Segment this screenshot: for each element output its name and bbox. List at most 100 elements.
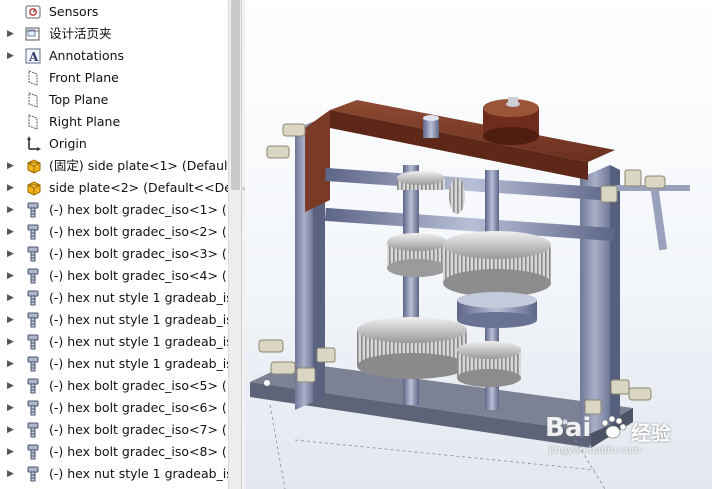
expand-arrow-icon[interactable]: ▶ bbox=[7, 28, 17, 40]
tree-item[interactable]: Right Plane bbox=[0, 111, 228, 133]
tree-item[interactable]: ▶ side plate<2> (Default<<Defa bbox=[0, 177, 228, 199]
tree-item-label: Origin bbox=[49, 136, 87, 151]
tree-item-label: Right Plane bbox=[49, 114, 121, 129]
expand-arrow-icon[interactable]: ▶ bbox=[7, 226, 17, 238]
tree-item[interactable]: Sensors bbox=[0, 1, 228, 23]
gear-small-top[interactable] bbox=[397, 171, 445, 190]
plane-icon bbox=[24, 113, 42, 131]
bolt-icon bbox=[24, 399, 42, 417]
watermark-brand-suffix: 经验 bbox=[631, 421, 671, 445]
tree-item-label: (-) hex bolt gradec_iso<7> (IS( bbox=[49, 422, 228, 437]
origin-icon bbox=[24, 135, 42, 153]
expand-arrow-icon[interactable]: ▶ bbox=[7, 314, 17, 326]
tree-item-label: 设计活页夹 bbox=[49, 26, 112, 41]
tree-item[interactable]: ▶ (-) hex nut style 1 gradeab_iso bbox=[0, 287, 228, 309]
bolt-icon bbox=[24, 267, 42, 285]
watermark-url: jingyan.baidu.com bbox=[549, 445, 642, 456]
expand-arrow-icon[interactable]: ▶ bbox=[7, 160, 17, 172]
bolt-icon bbox=[24, 245, 42, 263]
tree-item[interactable]: ▶ (-) hex nut style 1 gradeab_iso bbox=[0, 353, 228, 375]
tree-item[interactable]: ▶ (-) hex nut style 1 gradeab_iso bbox=[0, 331, 228, 353]
expand-arrow-icon[interactable]: ▶ bbox=[7, 336, 17, 348]
plane-icon bbox=[24, 69, 42, 87]
tree-item-label: (-) hex bolt gradec_iso<8> (IS( bbox=[49, 444, 228, 459]
tree-item-label: (-) hex nut style 1 gradeab_iso bbox=[49, 334, 228, 349]
tree-item-label: Top Plane bbox=[49, 92, 109, 107]
tree-item-label: (-) hex nut style 1 gradeab_iso bbox=[49, 466, 228, 481]
tree-item-label: (-) hex bolt gradec_iso<2> (IS( bbox=[49, 224, 228, 239]
tree-item-label: Sensors bbox=[49, 4, 99, 19]
tree-item[interactable]: ▶ 设计活页夹 bbox=[0, 23, 228, 45]
plane-icon bbox=[24, 91, 42, 109]
expand-arrow-icon[interactable]: ▶ bbox=[7, 248, 17, 260]
expand-arrow-icon[interactable]: ▶ bbox=[7, 292, 17, 304]
tree-item-label: side plate<2> (Default<<Defa bbox=[49, 180, 228, 195]
tree-item[interactable]: ▶ (-) hex nut style 1 gradeab_iso bbox=[0, 309, 228, 331]
expand-arrow-icon[interactable]: ▶ bbox=[7, 468, 17, 480]
right-side-plate[interactable] bbox=[580, 165, 620, 438]
bolt-icon bbox=[24, 311, 42, 329]
tree-item[interactable]: Front Plane bbox=[0, 67, 228, 89]
gear-left-low[interactable] bbox=[357, 317, 467, 379]
tree-scrollbar-thumb[interactable] bbox=[231, 0, 240, 190]
expand-arrow-icon[interactable]: ▶ bbox=[7, 380, 17, 392]
expand-arrow-icon[interactable]: ▶ bbox=[7, 358, 17, 370]
bolt-icon bbox=[24, 465, 42, 483]
bolt-icon bbox=[24, 443, 42, 461]
bolt-icon bbox=[24, 377, 42, 395]
feature-manager-tree: Sensors ▶ 设计活页夹 ▶ A Annotations Front Plane Top… bbox=[0, 0, 228, 489]
bolt-icon bbox=[24, 289, 42, 307]
watermark-brand: Bai bbox=[545, 413, 592, 443]
gear-left-mid[interactable] bbox=[387, 233, 447, 277]
expand-arrow-icon[interactable]: ▶ bbox=[7, 402, 17, 414]
tree-scrollbar[interactable] bbox=[228, 0, 242, 489]
tree-item-label: (-) hex nut style 1 gradeab_iso bbox=[49, 312, 228, 327]
tree-item[interactable]: ▶ (-) hex bolt gradec_iso<5> (IS( bbox=[0, 375, 228, 397]
shaft-collar[interactable] bbox=[457, 292, 537, 328]
tree-item-label: (-) hex bolt gradec_iso<1> (IS( bbox=[49, 202, 228, 217]
tree-item-label: (-) hex bolt gradec_iso<5> (IS( bbox=[49, 378, 228, 393]
bolt-icon bbox=[24, 355, 42, 373]
tree-item-label: (-) hex nut style 1 gradeab_iso bbox=[49, 356, 228, 371]
bolt-icon bbox=[24, 201, 42, 219]
tree-item[interactable]: ▶ A Annotations bbox=[0, 45, 228, 67]
baidu-watermark: Bai 经验 jingyan.baidu.com bbox=[545, 405, 705, 465]
graphics-viewport[interactable]: Bai 经验 jingyan.baidu.com bbox=[245, 0, 712, 489]
sensors-folder-icon bbox=[24, 3, 42, 21]
gear-right-low[interactable] bbox=[457, 341, 521, 387]
tree-item-label: (-) hex nut style 1 gradeab_iso bbox=[49, 290, 228, 305]
design-binder-icon bbox=[24, 25, 42, 43]
expand-arrow-icon[interactable]: ▶ bbox=[7, 270, 17, 282]
tree-item[interactable]: ▶ (固定) side plate<1> (Default< bbox=[0, 155, 228, 177]
tree-item-label: (-) hex bolt gradec_iso<3> (IS( bbox=[49, 246, 228, 261]
tree-item[interactable]: ▶ (-) hex bolt gradec_iso<4> (IS( bbox=[0, 265, 228, 287]
tree-item-label: (-) hex bolt gradec_iso<4> (IS( bbox=[49, 268, 228, 283]
svg-text:A: A bbox=[28, 50, 39, 64]
expand-arrow-icon[interactable]: ▶ bbox=[7, 50, 17, 62]
tree-item[interactable]: ▶ (-) hex bolt gradec_iso<8> (IS( bbox=[0, 441, 228, 463]
part-icon bbox=[24, 157, 42, 175]
tree-item[interactable]: Top Plane bbox=[0, 89, 228, 111]
expand-arrow-icon[interactable]: ▶ bbox=[7, 182, 17, 194]
bolt-icon bbox=[24, 333, 42, 351]
tree-item[interactable]: ▶ (-) hex bolt gradec_iso<6> (IS( bbox=[0, 397, 228, 419]
part-icon bbox=[24, 179, 42, 197]
bevel-gear[interactable] bbox=[449, 178, 465, 214]
gear-right-large[interactable] bbox=[443, 231, 551, 297]
tree-item[interactable]: ▶ (-) hex bolt gradec_iso<1> (IS( bbox=[0, 199, 228, 221]
expand-arrow-icon[interactable]: ▶ bbox=[7, 204, 17, 216]
tree-item[interactable]: ▶ (-) hex bolt gradec_iso<2> (IS( bbox=[0, 221, 228, 243]
tree-item[interactable]: Origin bbox=[0, 133, 228, 155]
bolt-icon bbox=[24, 421, 42, 439]
expand-arrow-icon[interactable]: ▶ bbox=[7, 446, 17, 458]
tree-item[interactable]: ▶ (-) hex bolt gradec_iso<3> (IS( bbox=[0, 243, 228, 265]
tree-item-label: Front Plane bbox=[49, 70, 119, 85]
paw-icon bbox=[599, 415, 629, 441]
expand-arrow-icon[interactable]: ▶ bbox=[7, 424, 17, 436]
tree-item[interactable]: ▶ (-) hex nut style 1 gradeab_iso bbox=[0, 463, 228, 485]
tree-item[interactable]: ▶ (-) hex bolt gradec_iso<7> (IS( bbox=[0, 419, 228, 441]
